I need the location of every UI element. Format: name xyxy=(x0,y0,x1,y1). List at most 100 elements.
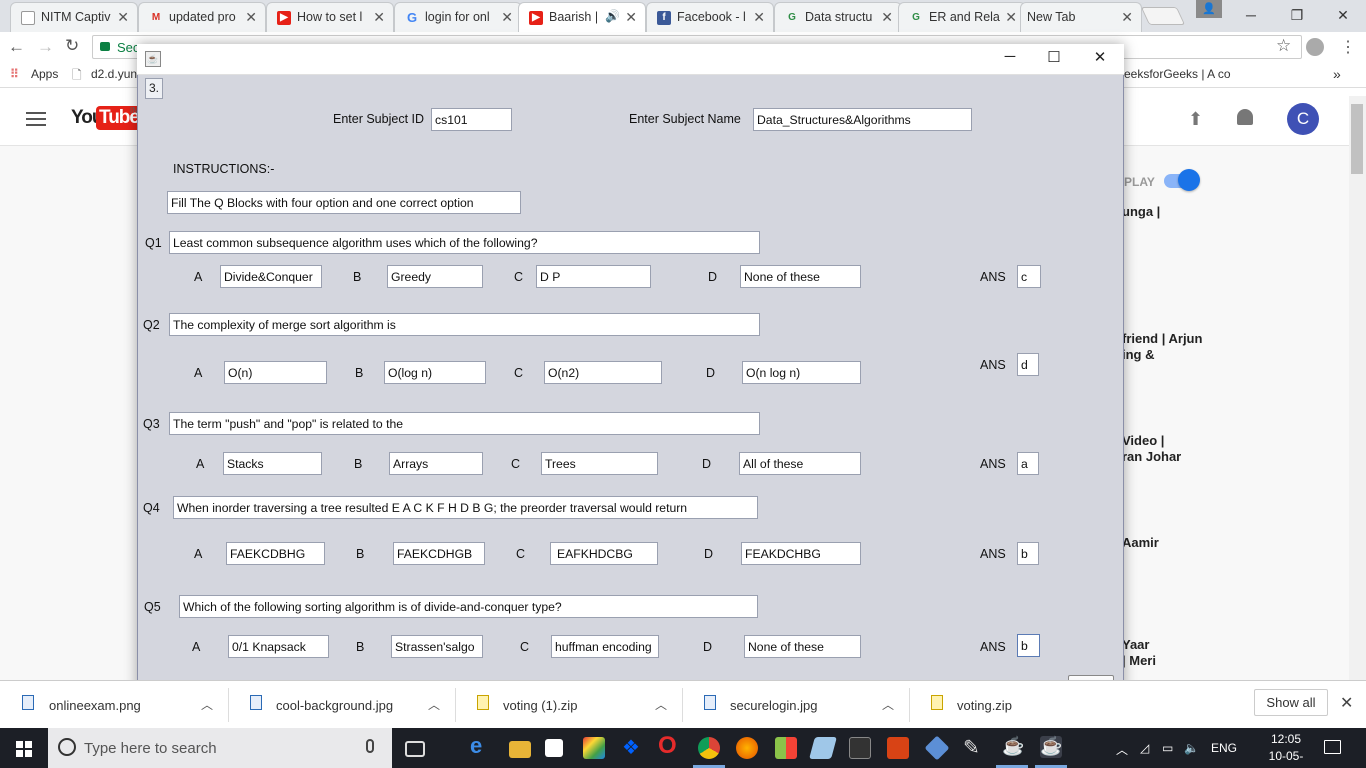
dropbox-icon[interactable]: ❖ xyxy=(622,735,644,759)
close-icon[interactable]: ✕ xyxy=(753,9,765,26)
reload-icon[interactable]: ↻ xyxy=(65,36,79,56)
option-c-field[interactable] xyxy=(541,452,658,475)
question-text-field[interactable] xyxy=(173,496,758,519)
language-indicator[interactable]: ENG xyxy=(1211,741,1237,755)
option-a-field[interactable] xyxy=(220,265,322,288)
bookmark-apps[interactable]: Apps xyxy=(31,67,58,81)
instructions-field[interactable] xyxy=(167,191,521,214)
sidebar-video-title[interactable]: Yaar | Meri xyxy=(1122,637,1156,669)
chevron-up-icon[interactable]: ︿ xyxy=(428,696,440,713)
download-item[interactable]: cool-background.jpg xyxy=(276,698,393,713)
bookmark-d2[interactable]: d2.d.yun xyxy=(91,67,137,81)
hamburger-menu-icon[interactable] xyxy=(26,112,46,114)
option-d-field[interactable] xyxy=(741,542,861,565)
file-explorer-icon[interactable] xyxy=(509,741,531,758)
option-b-field[interactable] xyxy=(384,361,486,384)
option-c-field[interactable] xyxy=(536,265,651,288)
minimize-icon[interactable]: ─ xyxy=(1228,0,1274,32)
question-text-field[interactable] xyxy=(169,313,760,336)
option-d-field[interactable] xyxy=(739,452,861,475)
java-icon[interactable]: ☕ xyxy=(1002,736,1024,758)
download-item[interactable]: voting (1).zip xyxy=(503,698,577,713)
chevron-up-icon[interactable]: ︿ xyxy=(201,696,213,713)
browser-tab[interactable]: New Tab ✕ xyxy=(1020,2,1142,32)
option-a-field[interactable] xyxy=(224,361,327,384)
close-icon[interactable]: ✕ xyxy=(245,9,257,26)
option-b-field[interactable] xyxy=(393,542,485,565)
bookmark-geeks[interactable]: eeksforGeeks | A co xyxy=(1124,67,1231,81)
network-icon[interactable]: ◿ xyxy=(1140,741,1149,755)
app-icon[interactable]: ✎ xyxy=(963,735,985,759)
close-icon[interactable]: ✕ xyxy=(1005,9,1017,26)
back-icon[interactable]: ← xyxy=(8,37,25,57)
volume-icon[interactable]: 🔈 xyxy=(1184,741,1199,755)
chrome-icon[interactable] xyxy=(698,737,720,759)
microphone-icon[interactable] xyxy=(366,739,374,753)
answer-field[interactable] xyxy=(1017,265,1041,288)
browser-tab[interactable]: M updated pro ✕ xyxy=(138,2,266,32)
answer-field[interactable] xyxy=(1017,634,1040,657)
store-icon[interactable] xyxy=(545,739,563,757)
download-item[interactable]: securelogin.jpg xyxy=(730,698,817,713)
browser-tab[interactable]: G Data structu ✕ xyxy=(774,2,902,32)
autoplay-toggle-knob[interactable] xyxy=(1178,169,1200,191)
download-item[interactable]: onlineexam.png xyxy=(49,698,141,713)
option-a-field[interactable] xyxy=(228,635,329,658)
clock[interactable]: 12:05 10-05-2017 xyxy=(1262,731,1310,768)
tray-chevron-icon[interactable]: ︿ xyxy=(1116,741,1128,758)
menu-icon[interactable]: ⋮ xyxy=(1340,37,1356,57)
question-text-field[interactable] xyxy=(169,412,760,435)
option-d-field[interactable] xyxy=(742,361,861,384)
option-c-field[interactable] xyxy=(544,361,662,384)
edge-icon[interactable]: e xyxy=(470,733,492,758)
firefox-icon[interactable] xyxy=(736,737,758,759)
option-d-field[interactable] xyxy=(740,265,861,288)
close-window-icon[interactable]: ✕ xyxy=(1320,0,1366,32)
chevron-up-icon[interactable]: ︿ xyxy=(655,696,667,713)
close-icon[interactable]: ✕ xyxy=(625,9,637,26)
profile-icon[interactable]: 👤 xyxy=(1196,0,1222,18)
avatar[interactable]: C xyxy=(1287,103,1319,135)
notification-icon[interactable] xyxy=(1324,740,1341,754)
option-a-field[interactable] xyxy=(226,542,325,565)
option-a-field[interactable] xyxy=(223,452,322,475)
java-icon[interactable]: ☕ xyxy=(1040,736,1062,758)
browser-tab[interactable]: ▶ How to set l ✕ xyxy=(266,2,394,32)
bookmarks-overflow[interactable]: » xyxy=(1333,66,1341,82)
page-scrollbar[interactable] xyxy=(1349,96,1366,680)
browser-tab[interactable]: G login for onl ✕ xyxy=(394,2,522,32)
restore-icon[interactable]: ❐ xyxy=(1274,0,1320,32)
forward-icon[interactable]: → xyxy=(37,37,54,57)
show-all-button[interactable]: Show all xyxy=(1254,689,1328,716)
sidebar-video-title[interactable]: unga | xyxy=(1122,204,1160,220)
answer-field[interactable] xyxy=(1017,452,1039,475)
battery-icon[interactable]: ▭ xyxy=(1162,741,1173,755)
dialog-minimize-icon[interactable]: ─ xyxy=(988,48,1032,70)
close-icon[interactable]: ✕ xyxy=(1121,9,1133,26)
subject-id-field[interactable] xyxy=(431,108,512,131)
answer-field[interactable] xyxy=(1017,542,1039,565)
close-icon[interactable]: ✕ xyxy=(501,9,513,26)
close-downloads-icon[interactable]: ✕ xyxy=(1340,693,1353,713)
option-d-field[interactable] xyxy=(744,635,861,658)
dialog-close-icon[interactable]: ✕ xyxy=(1078,48,1122,70)
subject-name-field[interactable] xyxy=(753,108,972,131)
app-icon[interactable] xyxy=(887,737,909,759)
close-icon[interactable]: ✕ xyxy=(881,9,893,26)
windows-start-icon[interactable] xyxy=(16,741,32,757)
dialog-maximize-icon[interactable]: ☐ xyxy=(1032,48,1076,70)
page-scrollbar-thumb[interactable] xyxy=(1351,104,1363,174)
browser-tab[interactable]: f Facebook - l ✕ xyxy=(646,2,774,32)
answer-field[interactable] xyxy=(1017,353,1039,376)
question-text-field[interactable] xyxy=(179,595,758,618)
task-view-icon[interactable] xyxy=(405,741,425,757)
bell-icon[interactable] xyxy=(1237,109,1253,125)
chevron-up-icon[interactable]: ︿ xyxy=(882,696,894,713)
speaker-icon[interactable]: 🔊 xyxy=(605,9,620,23)
option-b-field[interactable] xyxy=(389,452,483,475)
browser-tab-active[interactable]: ▶ Baarish | 🔊 ✕ xyxy=(518,2,646,32)
extension-icon[interactable] xyxy=(1306,38,1324,56)
browser-tab[interactable]: NITM Captiv ✕ xyxy=(10,2,138,32)
close-icon[interactable]: ✕ xyxy=(117,9,129,26)
upload-icon[interactable]: ⬆ xyxy=(1188,109,1203,130)
